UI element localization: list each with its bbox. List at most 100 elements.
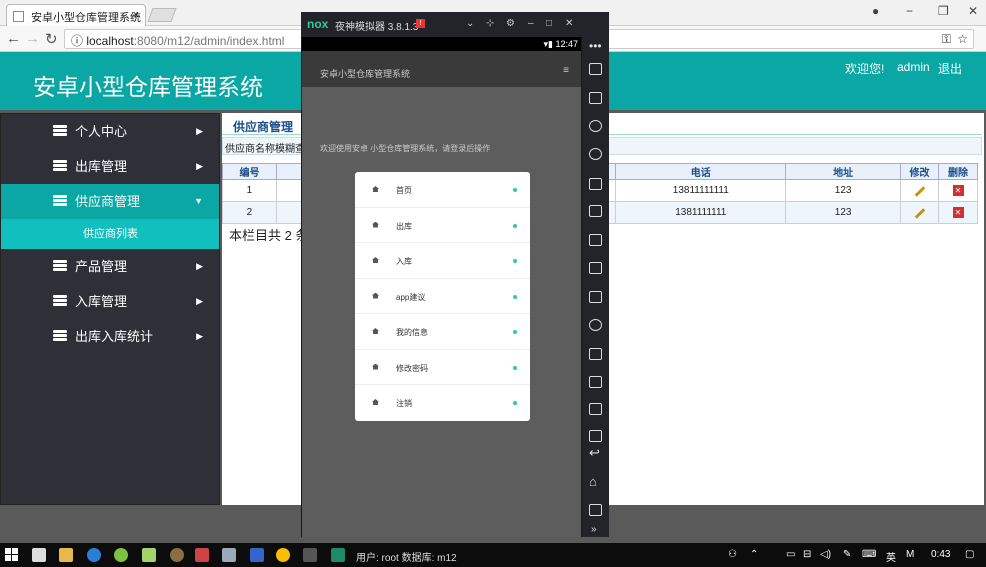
logout-link[interactable]: 退出 <box>938 60 962 77</box>
caret-right-icon: ▶ <box>196 126 203 136</box>
column-header-phone: 电话 <box>615 163 787 180</box>
home-button-icon[interactable]: ⌂ <box>589 474 597 489</box>
expand-icon[interactable]: » <box>591 524 597 535</box>
page-info-icon[interactable]: ⓘ <box>71 34 86 48</box>
profile-icon[interactable]: ● <box>872 4 879 18</box>
screen-icon[interactable] <box>589 178 602 190</box>
sidebar-item-supplier[interactable]: 供应商管理 ▼ <box>1 184 219 219</box>
back-arrow-icon[interactable]: ← <box>6 30 21 47</box>
menu-item-app-feedback[interactable]: app建议 <box>355 279 530 314</box>
notification-icon[interactable]: ▢ <box>965 549 974 560</box>
notification-badge-icon[interactable]: ! <box>416 19 425 28</box>
clock[interactable]: 0:43 <box>931 549 950 560</box>
tab-close-icon[interactable]: × <box>133 9 139 21</box>
minimize-button[interactable]: − <box>906 4 913 18</box>
bookmark-star-icon[interactable]: ☆ <box>957 32 968 46</box>
sidebar-item-inbound[interactable]: 入库管理 ▶ <box>1 284 219 319</box>
browser-tab[interactable]: 安卓小型仓库管理系统 × <box>6 4 146 26</box>
gear-icon[interactable]: ⚙ <box>506 18 515 29</box>
folder-icon[interactable] <box>59 548 73 562</box>
speaker-icon[interactable]: ◁) <box>820 549 831 560</box>
sidebar-item-outbound[interactable]: 出库管理 ▶ <box>1 149 219 184</box>
app-icon-gray[interactable] <box>222 548 236 562</box>
menu-item-logout[interactable]: 注销 <box>355 385 530 421</box>
dot-icon <box>513 294 517 299</box>
maximize-button[interactable]: ❐ <box>938 4 949 18</box>
macro-icon[interactable] <box>589 403 602 415</box>
location-icon[interactable] <box>589 148 602 160</box>
menu-item-inbound[interactable]: 入库 <box>355 243 530 279</box>
back-icon[interactable]: ↩ <box>589 445 600 461</box>
tray-up-icon[interactable]: ⌃ <box>750 549 758 560</box>
sidebar-item-statistics[interactable]: 出库入库统计 ▶ <box>1 319 219 354</box>
ime-mode-indicator[interactable]: M <box>906 549 914 560</box>
loading-icon[interactable] <box>589 319 602 331</box>
minimize-icon[interactable]: – <box>528 18 534 29</box>
menu-item-my-info[interactable]: 我的信息 <box>355 314 530 350</box>
terminal-icon[interactable] <box>303 548 317 562</box>
keyboard-tray-icon[interactable]: ⌨ <box>862 549 876 560</box>
maximize-icon[interactable]: □ <box>546 18 552 29</box>
volume-up-icon[interactable] <box>589 234 602 246</box>
volume-down-icon[interactable] <box>589 262 602 274</box>
new-tab-button[interactable] <box>147 8 177 22</box>
edit-pencil-icon[interactable] <box>914 208 925 219</box>
menu-item-outbound[interactable]: 出库 <box>355 208 530 243</box>
taskbar-status-text: 用户: root 数据库: m12 <box>356 553 457 564</box>
app-icon-brown[interactable] <box>170 548 184 562</box>
app-icon-green[interactable] <box>114 548 128 562</box>
app-icon-blue[interactable] <box>87 548 101 562</box>
android-status-bar: ▾▮ 12:47 <box>302 37 581 51</box>
toolbox-icon[interactable] <box>589 430 602 442</box>
menu-item-label: 我的信息 <box>396 328 428 337</box>
column-header-delete: 删除 <box>938 163 978 180</box>
battery-icon[interactable]: ▭ <box>786 549 795 560</box>
ime-indicator[interactable]: 英 <box>886 549 896 564</box>
nox-taskbar-icon[interactable] <box>331 548 345 562</box>
close-icon[interactable]: ✕ <box>565 18 573 29</box>
sidebar-subitem-supplier-list[interactable]: 供应商列表 <box>1 219 219 249</box>
mail-icon[interactable] <box>32 548 46 562</box>
pin-icon[interactable]: ⊹ <box>486 18 494 29</box>
app-icon-lime[interactable] <box>142 548 156 562</box>
close-window-button[interactable]: ✕ <box>968 4 978 18</box>
sidebar-item-products[interactable]: 产品管理 ▶ <box>1 249 219 284</box>
welcome-message: 欢迎使用安卓 小型仓库管理系统，请登录后操作 <box>320 144 491 153</box>
windows-start-icon[interactable] <box>5 548 18 561</box>
app-icon-tool[interactable] <box>250 548 264 562</box>
emulator-window: nox 夜神模拟器 3.8.1.3 ! ⌄ ⊹ ⚙ – □ ✕ ▾▮ 12:47… <box>301 12 609 537</box>
menu-item-change-password[interactable]: 修改密码 <box>355 350 530 385</box>
column-header-address: 地址 <box>785 163 902 180</box>
cell-id: 2 <box>222 201 277 224</box>
network-icon[interactable]: ⊟ <box>803 549 811 560</box>
more-dots-icon[interactable]: ••• <box>589 39 602 53</box>
username-link[interactable]: admin <box>897 60 930 74</box>
apk-install-icon[interactable] <box>589 291 602 303</box>
fullscreen-icon[interactable] <box>589 205 602 217</box>
sidebar-item-personal-center[interactable]: 个人中心 ▶ <box>1 114 219 149</box>
menu-item-home[interactable]: 首页 <box>355 172 530 208</box>
chrome-icon[interactable] <box>276 548 290 562</box>
edit-pencil-icon[interactable] <box>914 186 925 197</box>
forward-arrow-icon[interactable]: → <box>25 30 40 47</box>
people-icon[interactable]: ⚇ <box>728 549 737 560</box>
tab-supplier-management[interactable]: 供应商管理 <box>233 118 293 135</box>
menu-item-label: 入库 <box>396 257 412 266</box>
pen-icon[interactable]: ✎ <box>843 549 851 560</box>
app-icon-red[interactable] <box>195 548 209 562</box>
delete-icon[interactable]: ✕ <box>952 185 964 196</box>
emulator-titlebar[interactable]: nox 夜神模拟器 3.8.1.3 ! ⌄ ⊹ ⚙ – □ ✕ <box>301 12 609 37</box>
recent-apps-icon[interactable] <box>589 504 602 516</box>
keyboard-icon[interactable] <box>589 92 602 104</box>
key-icon[interactable]: ⚿ <box>942 32 951 47</box>
delete-icon[interactable]: ✕ <box>952 207 964 218</box>
trash-icon[interactable] <box>589 63 602 75</box>
reload-icon[interactable]: ↻ <box>45 30 58 48</box>
menu-item-label: 首页 <box>396 186 412 195</box>
multi-window-icon[interactable] <box>589 348 602 360</box>
record-icon[interactable] <box>589 376 602 388</box>
caret-down-icon: ▼ <box>194 196 203 206</box>
chevron-down-icon[interactable]: ⌄ <box>466 18 474 29</box>
scissors-icon[interactable] <box>589 120 602 132</box>
menu-icon[interactable]: ≡ <box>563 65 569 76</box>
